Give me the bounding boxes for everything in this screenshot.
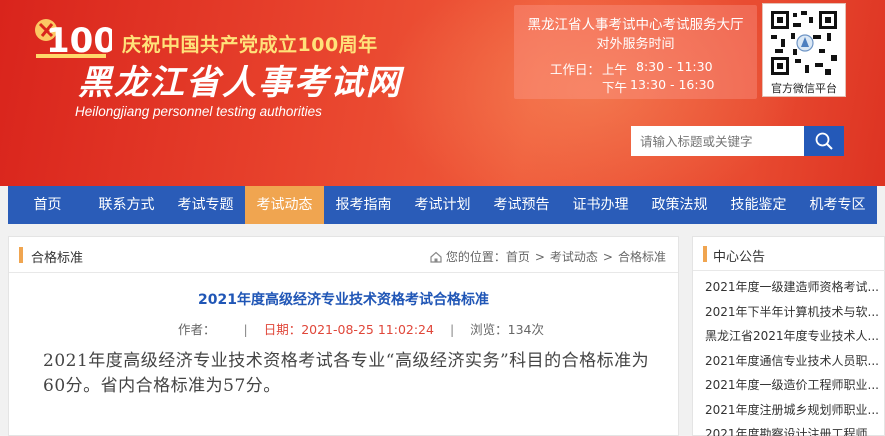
main-nav: 首页 联系方式 考试专题 考试动态 报考指南 考试计划 考试预告 证书办理 政策法规 技能鉴定 机考…: [8, 186, 877, 224]
announcement-item[interactable]: 2021年度一级建造师资格考试...: [693, 275, 883, 300]
pm-time: 13:30 - 16:30: [630, 77, 715, 92]
nav-item[interactable]: 考试专题: [166, 186, 245, 224]
search-icon: [815, 132, 833, 150]
announcement-list: 2021年度一级建造师资格考试... 2021年下半年计算机技术与软... 黑龙江省…: [693, 275, 885, 436]
breadcrumb-news[interactable]: 考试动态: [550, 248, 598, 265]
header-banner: 100 庆祝中国共产党成立100周年 黑龙江省人事考试网 Heilongjian…: [0, 0, 885, 186]
breadcrumb-home[interactable]: 首页: [506, 248, 530, 265]
announcement-title: 中心公告: [713, 250, 766, 265]
pm-label: 下午: [602, 80, 628, 95]
nav-item[interactable]: 联系方式: [87, 186, 166, 224]
qr-code-icon: [769, 9, 839, 77]
nav-item[interactable]: 政策法规: [640, 186, 719, 224]
article-meta: 作者： | 日期：2021-08-25 11:02:24 | 浏览：134次: [178, 322, 545, 337]
announcement-item[interactable]: 2021年度勘察设计注册工程师...: [693, 422, 883, 436]
hall-title: 黑龙江省人事考试中心考试服务大厅: [527, 17, 744, 33]
article-panel-header: 合格标准 您的位置： 首页 > 考试动态 > 合格标准: [9, 237, 678, 273]
am-label: 上午: [602, 62, 628, 77]
wechat-qr[interactable]: 官方微信平台: [762, 3, 846, 97]
breadcrumb: 您的位置： 首页 > 考试动态 > 合格标准: [429, 248, 666, 265]
announcement-item[interactable]: 2021年下半年计算机技术与软...: [693, 300, 883, 325]
site-subtitle: Heilongjiang personnel testing authoriti…: [75, 104, 322, 119]
announcement-item[interactable]: 2021年度一级造价工程师职业...: [693, 373, 883, 398]
nav-item[interactable]: 证书办理: [561, 186, 640, 224]
author-label: 作者：: [178, 322, 216, 337]
article-body: 2021年度高级经济专业技术资格考试各专业“高级经济实务”科目的合格标准为60分…: [43, 351, 650, 396]
site-title[interactable]: 黑龙江省人事考试网: [78, 55, 402, 104]
nav-item[interactable]: 考试预告: [482, 186, 561, 224]
announcement-item[interactable]: 黑龙江省2021年度专业技术人...: [693, 324, 883, 349]
section-title: 合格标准: [31, 251, 84, 266]
nav-item[interactable]: 考试动态: [245, 186, 324, 224]
nav-item[interactable]: 首页: [8, 186, 87, 224]
article-panel: 合格标准 您的位置： 首页 > 考试动态 > 合格标准 2021年度高级经济专业…: [8, 236, 679, 436]
article-title: 2021年度高级经济专业技术资格考试合格标准: [198, 292, 489, 308]
qr-caption: 官方微信平台: [771, 82, 837, 95]
search-input[interactable]: [631, 126, 804, 156]
nav-item[interactable]: 报考指南: [324, 186, 403, 224]
breadcrumb-current[interactable]: 合格标准: [618, 248, 666, 265]
breadcrumb-separator: >: [602, 249, 613, 264]
nav-item[interactable]: 技能鉴定: [719, 186, 798, 224]
section-accent-bar: [19, 247, 23, 263]
hall-subtitle: 对外服务时间: [596, 37, 675, 52]
announcement-item[interactable]: 2021年度注册城乡规划师职业...: [693, 398, 883, 423]
workday-label: 工作日：: [550, 62, 601, 77]
publish-date: 日期：2021-08-25 11:02:24: [263, 322, 434, 337]
announcement-panel: 中心公告 2021年度一级建造师资格考试... 2021年下半年计算机技术与软..…: [692, 236, 885, 436]
am-time: 8:30 - 11:30: [636, 59, 713, 74]
service-hall-info: 黑龙江省人事考试中心考试服务大厅 对外服务时间 工作日： 上午 8:30 - 1…: [514, 5, 757, 99]
search-button[interactable]: [804, 126, 844, 156]
breadcrumb-separator: >: [534, 249, 545, 264]
view-count: 浏览：134次: [470, 322, 545, 337]
nav-item[interactable]: 考试计划: [403, 186, 482, 224]
announcement-header: 中心公告: [693, 237, 885, 271]
home-icon: [430, 251, 442, 263]
announcement-item[interactable]: 2021年度通信专业技术人员职...: [693, 349, 883, 374]
celebrate-slogan: 庆祝中国共产党成立100周年: [122, 34, 378, 56]
breadcrumb-prefix: 您的位置：: [445, 250, 506, 264]
nav-item[interactable]: 机考专区: [798, 186, 877, 224]
section-accent-bar: [703, 246, 707, 262]
